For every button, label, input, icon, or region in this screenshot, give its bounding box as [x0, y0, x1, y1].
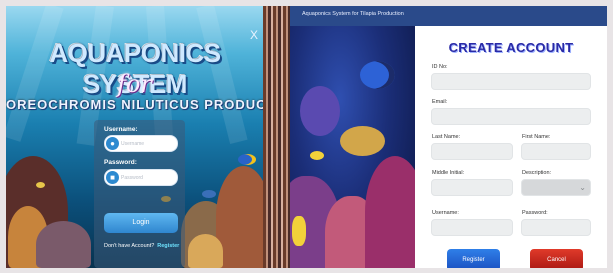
password-placeholder: Password	[121, 175, 143, 181]
password-label: Password:	[522, 210, 548, 216]
form-heading: CREATE ACCOUNT	[448, 40, 574, 55]
create-account-form: CREATE ACCOUNT ID No: Email: Last Name: …	[415, 26, 607, 268]
user-icon: ●	[106, 137, 119, 150]
no-account-text: Don't have Account?	[104, 243, 155, 249]
email-label: Email:	[432, 99, 448, 105]
id-input[interactable]	[431, 73, 591, 90]
register-link[interactable]: Register	[157, 243, 179, 249]
lock-icon: ■	[106, 171, 119, 184]
password-label: Password:	[104, 159, 137, 166]
window-title: Aquaponics System for Tilapia Production	[302, 11, 404, 17]
last-name-input[interactable]	[431, 143, 513, 160]
login-window: AQUAPONICS SYSTEM for OREOCHROMIS NILUTI…	[6, 6, 263, 268]
password-input[interactable]: ■ Password	[104, 169, 178, 186]
email-input[interactable]	[431, 108, 591, 125]
username-label: Username:	[432, 210, 459, 216]
middle-initial-label: Middle Initial:	[432, 170, 465, 176]
register-button[interactable]: Register	[447, 249, 500, 268]
login-button[interactable]: Login	[104, 213, 178, 233]
background-strip	[263, 6, 290, 268]
username-input[interactable]: ● Username	[104, 135, 178, 152]
app-title-for: for	[117, 70, 152, 98]
username-input[interactable]	[431, 219, 513, 236]
last-name-label: Last Name:	[432, 134, 461, 140]
no-account-prompt: Don't have Account? Register	[104, 243, 179, 249]
app-subtitle: OREOCHROMIS NILUTICUS PRODUCTION	[6, 97, 263, 112]
description-label: Description:	[522, 170, 552, 176]
cancel-button[interactable]: Cancel	[530, 249, 583, 268]
username-placeholder: Username	[121, 141, 145, 147]
id-label: ID No:	[432, 64, 448, 70]
create-account-window: Aquaponics System for Tilapia Production…	[290, 6, 607, 268]
chevron-down-icon: ⌄	[579, 183, 586, 192]
username-label: Username:	[104, 126, 138, 133]
close-icon[interactable]: X	[250, 28, 258, 42]
description-select[interactable]: ⌄	[521, 179, 591, 196]
password-input[interactable]	[521, 219, 591, 236]
title-bar: Aquaponics System for Tilapia Production	[290, 6, 607, 26]
middle-initial-input[interactable]	[431, 179, 513, 196]
first-name-input[interactable]	[521, 143, 591, 160]
aquarium-image	[290, 26, 415, 268]
first-name-label: First Name:	[522, 134, 551, 140]
